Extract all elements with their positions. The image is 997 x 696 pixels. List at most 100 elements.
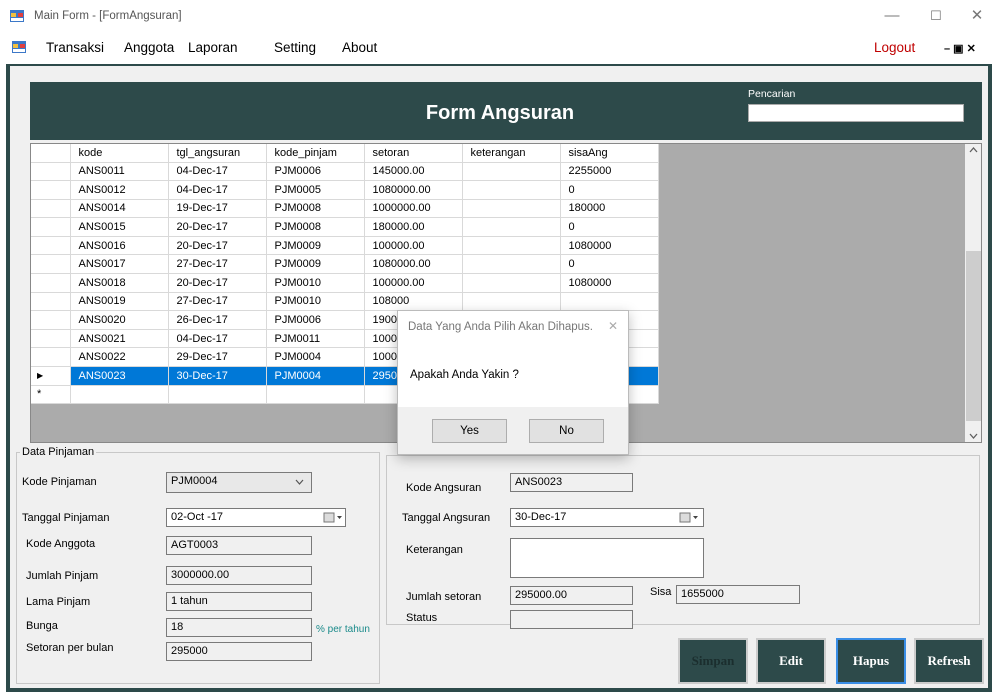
menu-laporan[interactable]: Laporan [188,40,238,55]
simpan-button[interactable]: Simpan [678,638,748,684]
table-cell-tgl-angsuran[interactable]: 19-Dec-17 [168,199,267,219]
jumlah-setoran-field[interactable]: 295000.00 [510,586,633,605]
table-cell-kode-pinjam[interactable]: PJM0005 [266,180,365,200]
edit-button[interactable]: Edit [756,638,826,684]
table-cell-sisaang[interactable]: 1080000 [560,236,659,256]
row-header[interactable] [31,199,71,219]
table-cell-setoran[interactable]: 1080000.00 [364,180,463,200]
tanggal-angsuran-datepicker[interactable]: 30-Dec-17 [510,508,704,527]
dialog-close-button[interactable]: ✕ [608,319,618,333]
maximize-button[interactable]: ☐ [921,4,951,28]
table-cell-kode-pinjam[interactable]: PJM0008 [266,217,365,237]
kode-angsuran-field[interactable]: ANS0023 [510,473,633,492]
tanggal-pinjaman-datepicker[interactable]: 02-Oct -17 [166,508,346,527]
row-header[interactable] [31,273,71,293]
row-header[interactable] [31,329,71,349]
table-cell-sisaang[interactable]: 0 [560,180,659,200]
table-cell-setoran[interactable]: 180000.00 [364,217,463,237]
table-cell-sisaang[interactable]: 1080000 [560,273,659,293]
table-cell-kode-pinjam[interactable]: PJM0004 [266,347,365,368]
row-header[interactable]: ▶ [31,366,71,386]
menu-about[interactable]: About [342,40,377,55]
row-header[interactable] [31,310,71,330]
new-row-header[interactable]: * [31,385,71,405]
table-cell-setoran[interactable]: 1000000.00 [364,199,463,219]
mdi-window-controls[interactable]: – ▣ ✕ [944,42,976,55]
new-row-cell[interactable] [266,385,365,405]
calendar-dropdown-icon[interactable] [323,512,343,523]
sisa-field[interactable]: 1655000 [676,585,800,604]
new-row-cell[interactable] [70,385,169,405]
table-row[interactable]: ANS0014 19-Dec-17 PJM0008 1000000.00 180000 [31,199,659,219]
dialog-no-button[interactable]: No [529,419,604,443]
table-cell-keterangan[interactable] [462,254,561,275]
table-cell-keterangan[interactable] [462,199,561,219]
table-row[interactable]: ANS0019 27-Dec-17 PJM0010 108000 [31,292,659,312]
table-cell-kode[interactable]: ANS0020 [70,310,169,330]
table-row[interactable]: ANS0017 27-Dec-17 PJM0009 1080000.00 0 [31,254,659,275]
column-header-setoran[interactable]: setoran [364,144,463,163]
table-cell-keterangan[interactable] [462,217,561,237]
table-cell-kode-pinjam[interactable]: PJM0011 [266,329,365,349]
row-header[interactable] [31,236,71,256]
refresh-button[interactable]: Refresh [914,638,984,684]
table-cell-keterangan[interactable] [462,162,561,182]
table-cell-tgl-angsuran[interactable]: 04-Dec-17 [168,329,267,349]
status-field[interactable] [510,610,633,629]
close-button[interactable]: ✕ [962,4,992,28]
table-cell-tgl-angsuran[interactable]: 20-Dec-17 [168,273,267,293]
table-cell-setoran[interactable]: 100000.00 [364,273,463,293]
row-header[interactable] [31,347,71,368]
table-cell-kode[interactable]: ANS0016 [70,236,169,256]
table-cell-tgl-angsuran[interactable]: 20-Dec-17 [168,217,267,237]
table-cell-kode-pinjam[interactable]: PJM0006 [266,310,365,330]
menu-anggota[interactable]: Anggota [124,40,174,55]
chevron-down-icon[interactable] [295,479,304,485]
table-cell-kode[interactable]: ANS0017 [70,254,169,275]
table-cell-kode[interactable]: ANS0021 [70,329,169,349]
row-header[interactable] [31,292,71,312]
table-cell-setoran[interactable]: 108000 [364,292,463,312]
table-cell-kode[interactable]: ANS0014 [70,199,169,219]
column-header-sisaang[interactable]: sisaAng [560,144,659,163]
table-cell-kode[interactable]: ANS0012 [70,180,169,200]
table-cell-kode[interactable]: ANS0015 [70,217,169,237]
menu-setting[interactable]: Setting [274,40,316,55]
jumlah-pinjam-field[interactable]: 3000000.00 [166,566,312,585]
kode-pinjaman-select[interactable]: PJM0004 [166,472,312,493]
table-cell-tgl-angsuran[interactable]: 27-Dec-17 [168,254,267,275]
table-cell-setoran[interactable]: 100000.00 [364,236,463,256]
table-cell-tgl-angsuran[interactable]: 26-Dec-17 [168,310,267,330]
calendar-dropdown-icon[interactable] [679,512,699,523]
table-cell-kode-pinjam[interactable]: PJM0009 [266,254,365,275]
table-row[interactable]: ANS0012 04-Dec-17 PJM0005 1080000.00 0 [31,180,659,200]
menu-transaksi[interactable]: Transaksi [46,40,104,55]
table-cell-kode[interactable]: ANS0018 [70,273,169,293]
table-cell-sisaang[interactable]: 0 [560,217,659,237]
table-cell-kode[interactable]: ANS0023 [70,366,169,386]
table-cell-tgl-angsuran[interactable]: 20-Dec-17 [168,236,267,256]
table-cell-sisaang[interactable]: 180000 [560,199,659,219]
grid-scroll-thumb[interactable] [966,251,981,421]
table-cell-tgl-angsuran[interactable]: 29-Dec-17 [168,347,267,368]
table-cell-setoran[interactable]: 145000.00 [364,162,463,182]
row-header[interactable] [31,254,71,275]
table-cell-tgl-angsuran[interactable]: 04-Dec-17 [168,162,267,182]
column-header-keterangan[interactable]: keterangan [462,144,561,163]
table-cell-kode-pinjam[interactable]: PJM0010 [266,273,365,293]
scroll-down-icon[interactable] [969,433,978,439]
hapus-button[interactable]: Hapus [836,638,906,684]
dialog-yes-button[interactable]: Yes [432,419,507,443]
table-cell-setoran[interactable]: 1080000.00 [364,254,463,275]
table-cell-keterangan[interactable] [462,236,561,256]
table-cell-kode-pinjam[interactable]: PJM0008 [266,199,365,219]
table-cell-sisaang[interactable]: 0 [560,254,659,275]
table-cell-tgl-angsuran[interactable]: 04-Dec-17 [168,180,267,200]
menu-logout[interactable]: Logout [874,40,915,55]
table-row[interactable]: ANS0015 20-Dec-17 PJM0008 180000.00 0 [31,217,659,237]
table-cell-kode[interactable]: ANS0011 [70,162,169,182]
row-header[interactable] [31,217,71,237]
table-row[interactable]: ANS0018 20-Dec-17 PJM0010 100000.00 1080000 [31,273,659,293]
row-header[interactable] [31,180,71,200]
row-header[interactable] [31,162,71,182]
